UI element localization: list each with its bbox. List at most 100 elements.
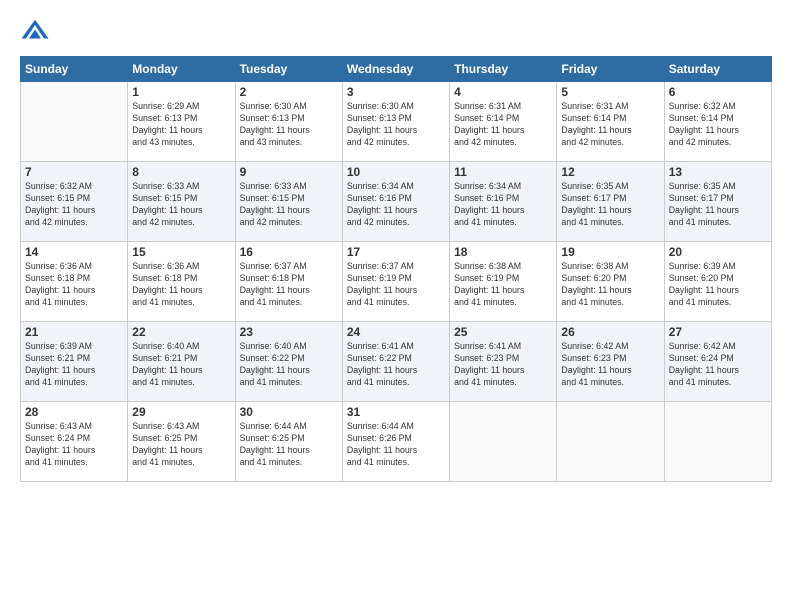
day-info: Sunrise: 6:30 AM Sunset: 6:13 PM Dayligh… — [347, 101, 445, 149]
day-number: 8 — [132, 165, 230, 179]
day-info: Sunrise: 6:44 AM Sunset: 6:25 PM Dayligh… — [240, 421, 338, 469]
day-info: Sunrise: 6:35 AM Sunset: 6:17 PM Dayligh… — [669, 181, 767, 229]
day-info: Sunrise: 6:43 AM Sunset: 6:24 PM Dayligh… — [25, 421, 123, 469]
calendar-cell: 11 Sunrise: 6:34 AM Sunset: 6:16 PM Dayli… — [450, 162, 557, 242]
day-number: 18 — [454, 245, 552, 259]
day-info: Sunrise: 6:30 AM Sunset: 6:13 PM Dayligh… — [240, 101, 338, 149]
calendar-cell — [664, 402, 771, 482]
day-number: 16 — [240, 245, 338, 259]
day-number: 21 — [25, 325, 123, 339]
calendar-cell: 25 Sunrise: 6:41 AM Sunset: 6:23 PM Dayli… — [450, 322, 557, 402]
calendar-cell: 14 Sunrise: 6:36 AM Sunset: 6:18 PM Dayli… — [21, 242, 128, 322]
calendar-header-row: SundayMondayTuesdayWednesdayThursdayFrid… — [21, 57, 772, 82]
day-info: Sunrise: 6:37 AM Sunset: 6:18 PM Dayligh… — [240, 261, 338, 309]
day-number: 17 — [347, 245, 445, 259]
calendar-cell: 29 Sunrise: 6:43 AM Sunset: 6:25 PM Dayli… — [128, 402, 235, 482]
day-info: Sunrise: 6:32 AM Sunset: 6:15 PM Dayligh… — [25, 181, 123, 229]
day-info: Sunrise: 6:42 AM Sunset: 6:23 PM Dayligh… — [561, 341, 659, 389]
day-info: Sunrise: 6:37 AM Sunset: 6:19 PM Dayligh… — [347, 261, 445, 309]
day-number: 27 — [669, 325, 767, 339]
weekday-header-monday: Monday — [128, 57, 235, 82]
day-info: Sunrise: 6:35 AM Sunset: 6:17 PM Dayligh… — [561, 181, 659, 229]
day-info: Sunrise: 6:42 AM Sunset: 6:24 PM Dayligh… — [669, 341, 767, 389]
day-info: Sunrise: 6:41 AM Sunset: 6:22 PM Dayligh… — [347, 341, 445, 389]
calendar-cell: 22 Sunrise: 6:40 AM Sunset: 6:21 PM Dayli… — [128, 322, 235, 402]
day-info: Sunrise: 6:38 AM Sunset: 6:20 PM Dayligh… — [561, 261, 659, 309]
calendar-cell: 21 Sunrise: 6:39 AM Sunset: 6:21 PM Dayli… — [21, 322, 128, 402]
day-number: 3 — [347, 85, 445, 99]
day-number: 28 — [25, 405, 123, 419]
day-info: Sunrise: 6:33 AM Sunset: 6:15 PM Dayligh… — [132, 181, 230, 229]
calendar-cell — [557, 402, 664, 482]
calendar-week-row: 21 Sunrise: 6:39 AM Sunset: 6:21 PM Dayli… — [21, 322, 772, 402]
day-number: 6 — [669, 85, 767, 99]
calendar-week-row: 14 Sunrise: 6:36 AM Sunset: 6:18 PM Dayli… — [21, 242, 772, 322]
day-number: 23 — [240, 325, 338, 339]
page: SundayMondayTuesdayWednesdayThursdayFrid… — [0, 0, 792, 612]
day-info: Sunrise: 6:38 AM Sunset: 6:19 PM Dayligh… — [454, 261, 552, 309]
day-number: 26 — [561, 325, 659, 339]
calendar-cell: 8 Sunrise: 6:33 AM Sunset: 6:15 PM Daylig… — [128, 162, 235, 242]
calendar-cell: 19 Sunrise: 6:38 AM Sunset: 6:20 PM Dayli… — [557, 242, 664, 322]
calendar-cell: 24 Sunrise: 6:41 AM Sunset: 6:22 PM Dayli… — [342, 322, 449, 402]
calendar-cell: 5Sunrise: 6:31 AM Sunset: 6:14 PM Daylig… — [557, 82, 664, 162]
calendar-table: SundayMondayTuesdayWednesdayThursdayFrid… — [20, 56, 772, 482]
day-number: 29 — [132, 405, 230, 419]
weekday-header-friday: Friday — [557, 57, 664, 82]
calendar-week-row: 1 Sunrise: 6:29 AM Sunset: 6:13 PM Daylig… — [21, 82, 772, 162]
day-info: Sunrise: 6:36 AM Sunset: 6:18 PM Dayligh… — [132, 261, 230, 309]
day-number: 25 — [454, 325, 552, 339]
calendar-cell: 7 Sunrise: 6:32 AM Sunset: 6:15 PM Daylig… — [21, 162, 128, 242]
day-number: 31 — [347, 405, 445, 419]
calendar-cell: 18 Sunrise: 6:38 AM Sunset: 6:19 PM Dayli… — [450, 242, 557, 322]
weekday-header-wednesday: Wednesday — [342, 57, 449, 82]
calendar-cell: 2Sunrise: 6:30 AM Sunset: 6:13 PM Daylig… — [235, 82, 342, 162]
day-number: 20 — [669, 245, 767, 259]
calendar-cell: 10 Sunrise: 6:34 AM Sunset: 6:16 PM Dayli… — [342, 162, 449, 242]
day-info: Sunrise: 6:34 AM Sunset: 6:16 PM Dayligh… — [454, 181, 552, 229]
calendar-cell: 30Sunrise: 6:44 AM Sunset: 6:25 PM Dayli… — [235, 402, 342, 482]
day-info: Sunrise: 6:33 AM Sunset: 6:15 PM Dayligh… — [240, 181, 338, 229]
calendar-cell: 26 Sunrise: 6:42 AM Sunset: 6:23 PM Dayli… — [557, 322, 664, 402]
day-info: Sunrise: 6:39 AM Sunset: 6:20 PM Dayligh… — [669, 261, 767, 309]
calendar-week-row: 7 Sunrise: 6:32 AM Sunset: 6:15 PM Daylig… — [21, 162, 772, 242]
calendar-cell: 12Sunrise: 6:35 AM Sunset: 6:17 PM Dayli… — [557, 162, 664, 242]
calendar-cell: 27 Sunrise: 6:42 AM Sunset: 6:24 PM Dayli… — [664, 322, 771, 402]
day-number: 22 — [132, 325, 230, 339]
day-number: 24 — [347, 325, 445, 339]
day-number: 19 — [561, 245, 659, 259]
day-number: 4 — [454, 85, 552, 99]
calendar-cell — [450, 402, 557, 482]
calendar-cell: 1 Sunrise: 6:29 AM Sunset: 6:13 PM Daylig… — [128, 82, 235, 162]
calendar-cell: 28 Sunrise: 6:43 AM Sunset: 6:24 PM Dayli… — [21, 402, 128, 482]
day-info: Sunrise: 6:34 AM Sunset: 6:16 PM Dayligh… — [347, 181, 445, 229]
weekday-header-tuesday: Tuesday — [235, 57, 342, 82]
day-number: 11 — [454, 165, 552, 179]
day-info: Sunrise: 6:31 AM Sunset: 6:14 PM Dayligh… — [454, 101, 552, 149]
weekday-header-thursday: Thursday — [450, 57, 557, 82]
day-number: 13 — [669, 165, 767, 179]
day-number: 1 — [132, 85, 230, 99]
weekday-header-saturday: Saturday — [664, 57, 771, 82]
day-info: Sunrise: 6:41 AM Sunset: 6:23 PM Dayligh… — [454, 341, 552, 389]
day-info: Sunrise: 6:29 AM Sunset: 6:13 PM Dayligh… — [132, 101, 230, 149]
day-info: Sunrise: 6:31 AM Sunset: 6:14 PM Dayligh… — [561, 101, 659, 149]
calendar-cell: 6 Sunrise: 6:32 AM Sunset: 6:14 PM Daylig… — [664, 82, 771, 162]
calendar-cell: 9 Sunrise: 6:33 AM Sunset: 6:15 PM Daylig… — [235, 162, 342, 242]
calendar-cell: 13 Sunrise: 6:35 AM Sunset: 6:17 PM Dayli… — [664, 162, 771, 242]
day-number: 9 — [240, 165, 338, 179]
day-info: Sunrise: 6:32 AM Sunset: 6:14 PM Dayligh… — [669, 101, 767, 149]
day-info: Sunrise: 6:43 AM Sunset: 6:25 PM Dayligh… — [132, 421, 230, 469]
day-number: 10 — [347, 165, 445, 179]
calendar-cell: 16 Sunrise: 6:37 AM Sunset: 6:18 PM Dayli… — [235, 242, 342, 322]
day-number: 14 — [25, 245, 123, 259]
day-info: Sunrise: 6:44 AM Sunset: 6:26 PM Dayligh… — [347, 421, 445, 469]
calendar-cell: 31 Sunrise: 6:44 AM Sunset: 6:26 PM Dayli… — [342, 402, 449, 482]
day-number: 7 — [25, 165, 123, 179]
weekday-header-sunday: Sunday — [21, 57, 128, 82]
calendar-cell: 20 Sunrise: 6:39 AM Sunset: 6:20 PM Dayli… — [664, 242, 771, 322]
day-info: Sunrise: 6:36 AM Sunset: 6:18 PM Dayligh… — [25, 261, 123, 309]
calendar-cell: 4 Sunrise: 6:31 AM Sunset: 6:14 PM Daylig… — [450, 82, 557, 162]
day-info: Sunrise: 6:40 AM Sunset: 6:21 PM Dayligh… — [132, 341, 230, 389]
day-info: Sunrise: 6:39 AM Sunset: 6:21 PM Dayligh… — [25, 341, 123, 389]
